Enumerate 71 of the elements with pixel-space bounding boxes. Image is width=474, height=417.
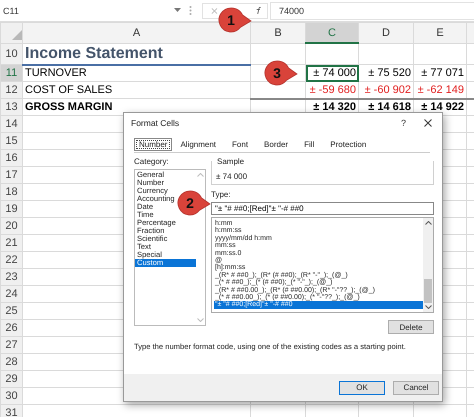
row-header[interactable]: 10 (0, 43, 22, 64)
type-field[interactable]: "± "# ##0;[Red]"± "-# ##0 (211, 202, 434, 215)
delete-button[interactable]: Delete (388, 320, 434, 334)
scroll-down-icon (424, 305, 432, 309)
close-button[interactable] (424, 119, 432, 127)
sample-label: Sample (216, 157, 246, 166)
formula-field[interactable]: 74000 (270, 2, 474, 20)
tab[interactable]: Protection (322, 138, 374, 151)
row-header[interactable]: 26 (0, 320, 22, 336)
row-header[interactable]: 30 (0, 388, 22, 404)
row-header[interactable]: 22 (0, 252, 22, 268)
row-label: COST OF SALES (25, 84, 112, 96)
row-header[interactable]: 24 (0, 286, 22, 302)
row-header[interactable]: 18 (0, 184, 22, 200)
function-icon (256, 6, 261, 15)
column-header[interactable]: C (306, 22, 358, 43)
caret-icon (174, 8, 181, 13)
column-header[interactable]: D (358, 22, 414, 43)
row-header[interactable]: 29 (0, 370, 22, 388)
row-header[interactable]: 11 (0, 64, 22, 82)
close-icon (424, 119, 432, 127)
grip-icon (189, 5, 192, 16)
row-header[interactable]: 23 (0, 268, 22, 286)
row-label: TURNOVER (25, 67, 87, 80)
cell-value: ± 14 618 (368, 101, 411, 114)
tab[interactable]: Alignment (172, 138, 224, 151)
tab[interactable]: Font (224, 138, 256, 151)
row-header[interactable]: 21 (0, 234, 22, 252)
row-header[interactable]: 15 (0, 132, 22, 150)
row-header[interactable]: 19 (0, 200, 22, 218)
row-header[interactable]: 31 (0, 404, 22, 417)
formula-text: 74000 (279, 6, 304, 16)
row-header[interactable]: 28 (0, 354, 22, 370)
column-header[interactable]: E (414, 22, 466, 43)
column-header[interactable]: B (250, 22, 306, 43)
cancel-icon (211, 6, 218, 14)
row-header[interactable]: 13 (0, 98, 22, 116)
tab[interactable]: Fill (296, 138, 322, 151)
cell-value: ± 75 520 (368, 67, 411, 79)
sheet-title: Income Statement (25, 44, 163, 62)
dialog-title: Format Cells (131, 118, 180, 128)
callout-marker: 1 (218, 7, 252, 33)
name-box[interactable]: C11 (0, 2, 170, 18)
cell-value: ± 77 071 (421, 67, 464, 79)
ok-button[interactable]: OK (339, 380, 385, 394)
tab[interactable]: Border (256, 138, 296, 151)
callout-marker: 2 (177, 190, 211, 216)
scroll-up-icon (424, 221, 432, 225)
cancel-button[interactable]: Cancel (393, 380, 439, 394)
category-label: Category: (134, 157, 170, 168)
active-cell[interactable]: ± 74 000 (306, 64, 358, 82)
row-header[interactable]: 14 (0, 116, 22, 132)
row-header[interactable]: 20 (0, 218, 22, 234)
tab[interactable]: Number (134, 138, 172, 151)
cell-reference: C11 (3, 6, 19, 16)
row-header[interactable]: 27 (0, 336, 22, 354)
row-header[interactable]: 12 (0, 82, 22, 98)
callout-marker: 3 (264, 60, 298, 86)
cell-value: ± -59 680 (310, 84, 356, 96)
row-header[interactable]: 25 (0, 302, 22, 320)
cell-value: ± 14 320 (313, 101, 356, 114)
sample-value: ± 74 000 (216, 172, 248, 183)
cell-value: ± -60 902 (364, 84, 411, 96)
cell-value: ± 14 922 (421, 101, 464, 114)
total-label: GROSS MARGIN (25, 101, 112, 113)
scroll-thumb[interactable] (424, 279, 432, 303)
type-label: Type: (211, 190, 232, 201)
cell-value: ± -62 149 (418, 84, 464, 96)
row-header[interactable]: 16 (0, 150, 22, 166)
help-button[interactable]: ? (400, 118, 406, 128)
row-header[interactable]: 17 (0, 166, 22, 184)
